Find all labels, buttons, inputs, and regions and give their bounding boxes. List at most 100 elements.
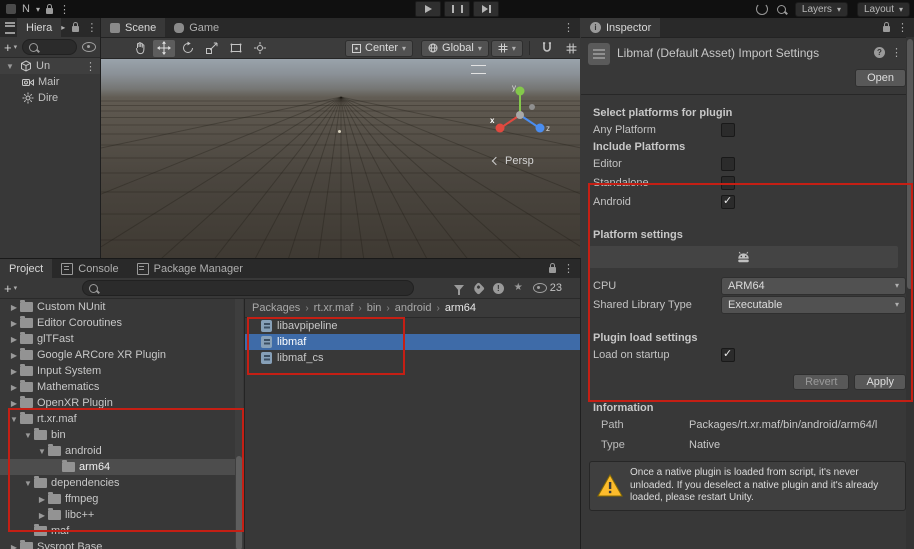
- crumb[interactable]: rt.xr.maf: [314, 302, 354, 314]
- tab-project[interactable]: Project: [0, 259, 52, 278]
- layers-dropdown[interactable]: Layers ▾: [795, 2, 848, 17]
- open-button[interactable]: Open: [855, 69, 906, 87]
- standalone-checkbox[interactable]: [721, 176, 735, 190]
- revert-button[interactable]: Revert: [793, 374, 849, 390]
- play-button[interactable]: [415, 1, 441, 17]
- file-row[interactable]: libmaf_cs: [245, 350, 580, 366]
- tree-item[interactable]: ▼bin: [0, 427, 235, 443]
- scene-canvas[interactable]: y x z Persp: [101, 59, 580, 258]
- crumb-current[interactable]: arm64: [445, 302, 476, 314]
- help-icon[interactable]: ?: [874, 47, 885, 58]
- tab-inspector[interactable]: i Inspector: [581, 18, 660, 37]
- tool-handle-position-dropdown[interactable]: Center ▾: [345, 40, 413, 57]
- scrollbar-thumb[interactable]: [907, 39, 913, 289]
- scene-camera-menu-icon[interactable]: [471, 65, 486, 74]
- scale-tool-button[interactable]: [201, 40, 223, 57]
- add-button[interactable]: + ▾: [4, 40, 17, 55]
- tab-hierarchy[interactable]: Hiera: [17, 18, 61, 37]
- hierarchy-search-input[interactable]: [22, 39, 77, 55]
- crumb[interactable]: Packages: [252, 302, 300, 314]
- hierarchy-scene-row[interactable]: ▼ Un ⋮: [0, 58, 100, 74]
- tab-console[interactable]: Console: [52, 259, 127, 278]
- tree-item[interactable]: ▶Custom NUnit: [0, 299, 235, 315]
- tree-item[interactable]: maf: [0, 523, 235, 539]
- search-icon[interactable]: [777, 5, 786, 14]
- projection-mode[interactable]: Persp: [493, 155, 534, 167]
- overflow-menu-icon[interactable]: ⋮: [85, 60, 100, 73]
- history-icon[interactable]: [756, 3, 768, 15]
- tree-item[interactable]: ▼dependencies: [0, 475, 235, 491]
- hamburger-icon[interactable]: [5, 22, 15, 34]
- orientation-gizmo[interactable]: y x z: [488, 81, 552, 145]
- info-filter-icon[interactable]: !: [493, 283, 504, 294]
- tab-scene[interactable]: Scene: [101, 18, 165, 37]
- hidden-count-toggle[interactable]: 23: [533, 282, 562, 294]
- rotate-tool-button[interactable]: [177, 40, 199, 57]
- lock-icon[interactable]: [549, 267, 556, 273]
- tree-item-selected[interactable]: arm64: [0, 459, 235, 475]
- search-by-type-icon[interactable]: [454, 285, 464, 291]
- scene-visibility-icon[interactable]: [82, 42, 96, 52]
- inspector-scrollbar[interactable]: [906, 37, 914, 549]
- tree-item[interactable]: ▶Mathematics: [0, 379, 235, 395]
- layout-dropdown[interactable]: Layout ▾: [857, 2, 910, 17]
- tree-item[interactable]: ▶Google ARCore XR Plugin: [0, 347, 235, 363]
- tab-game[interactable]: Game: [165, 18, 228, 37]
- expand-arrow[interactable]: ▼: [4, 62, 16, 71]
- lock-icon[interactable]: [46, 8, 53, 14]
- cpu-dropdown[interactable]: ARM64 ▾: [721, 277, 906, 295]
- tab-package-manager[interactable]: Package Manager: [128, 259, 252, 278]
- tree-item[interactable]: ▶ffmpeg: [0, 491, 235, 507]
- tree-item[interactable]: ▶OpenXR Plugin: [0, 395, 235, 411]
- android-icon[interactable]: [736, 251, 751, 264]
- tree-item[interactable]: ▶Editor Coroutines: [0, 315, 235, 331]
- chevron-down-icon[interactable]: ▾: [36, 5, 40, 14]
- project-search-input[interactable]: [82, 280, 414, 296]
- add-button[interactable]: + ▾: [4, 281, 17, 296]
- file-row[interactable]: libavpipeline: [245, 318, 580, 334]
- overflow-menu-icon[interactable]: ⋮: [891, 46, 902, 59]
- editor-checkbox[interactable]: [721, 157, 735, 171]
- file-row-selected[interactable]: libmaf: [245, 334, 580, 350]
- overflow-menu-icon[interactable]: ⋮: [86, 21, 97, 34]
- transform-tool-button[interactable]: [249, 40, 271, 57]
- android-checkbox[interactable]: [721, 195, 735, 209]
- favorites-icon[interactable]: ★: [514, 283, 523, 293]
- shared-library-dropdown[interactable]: Executable ▾: [721, 296, 906, 314]
- overflow-menu-icon[interactable]: ⋮: [563, 21, 574, 34]
- rect-tool-button[interactable]: [225, 40, 247, 57]
- hierarchy-item-directional-light[interactable]: Dire: [0, 90, 100, 106]
- tree-item[interactable]: ▶Sysroot Base: [0, 539, 235, 549]
- scrollbar-thumb[interactable]: [236, 456, 242, 549]
- tool-handle-rotation-dropdown[interactable]: Global ▾: [421, 40, 489, 57]
- hierarchy-item-main-camera[interactable]: Mair: [0, 74, 100, 90]
- pause-button[interactable]: [444, 1, 470, 17]
- tree-item[interactable]: ▼android: [0, 443, 235, 459]
- apply-button[interactable]: Apply: [854, 374, 906, 390]
- hand-tool-button[interactable]: [129, 40, 151, 57]
- tree-item[interactable]: ▶Input System: [0, 363, 235, 379]
- label-icon[interactable]: [472, 282, 485, 295]
- lock-icon[interactable]: [72, 26, 79, 32]
- chevron-right-icon[interactable]: ▸: [61, 23, 65, 32]
- overflow-menu-icon[interactable]: ⋮: [59, 3, 70, 16]
- load-on-startup-checkbox[interactable]: [721, 348, 735, 362]
- rotate-icon: [181, 41, 195, 55]
- step-button[interactable]: [473, 1, 499, 17]
- grid-snap-button[interactable]: [561, 40, 580, 57]
- project-tree-scrollbar[interactable]: [235, 299, 243, 549]
- tree-item[interactable]: ▶glTFast: [0, 331, 235, 347]
- grid-visibility-dropdown[interactable]: ▾: [491, 40, 523, 57]
- overflow-menu-icon[interactable]: ⋮: [897, 21, 908, 34]
- any-platform-checkbox[interactable]: [721, 123, 735, 137]
- move-tool-button[interactable]: [153, 40, 175, 57]
- lock-icon[interactable]: [883, 26, 890, 32]
- crumb[interactable]: android: [395, 302, 432, 314]
- overflow-menu-icon[interactable]: ⋮: [563, 262, 574, 275]
- crumb[interactable]: bin: [367, 302, 382, 314]
- app-grid-icon[interactable]: [6, 4, 16, 14]
- tree-item[interactable]: ▶libc++: [0, 507, 235, 523]
- snap-magnet-button[interactable]: [536, 40, 558, 57]
- orientation-label: Global: [442, 42, 474, 54]
- tree-item[interactable]: ▼rt.xr.maf: [0, 411, 235, 427]
